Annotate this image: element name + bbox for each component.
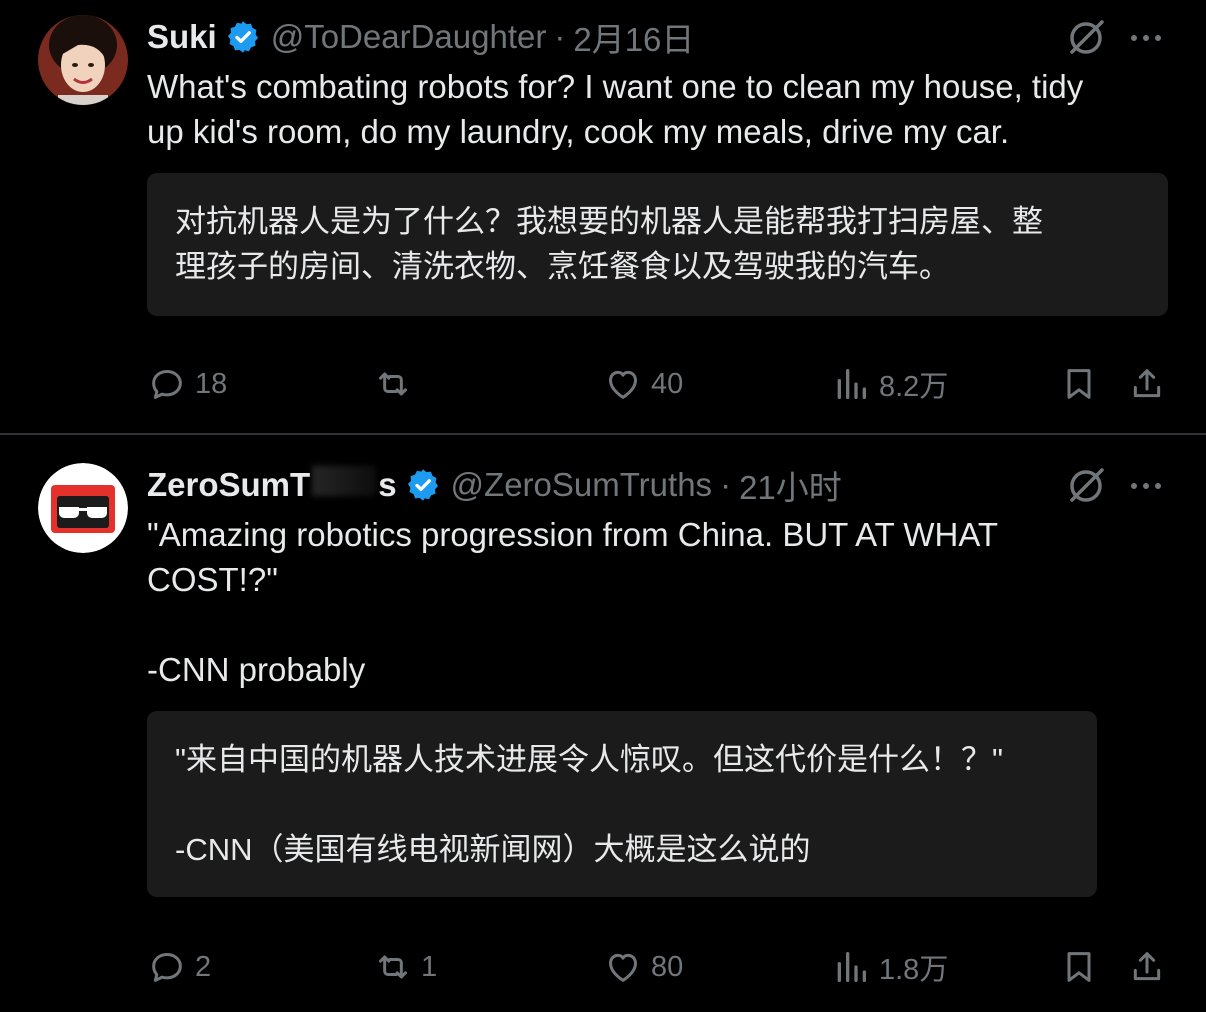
like-button[interactable]: 80 [603,945,683,989]
bookmark-button[interactable] [1059,362,1099,406]
user-handle[interactable]: @ToDearDaughter [271,18,547,56]
tweet-card[interactable]: Suki @ToDearDaughter · 2月16日 What's comb… [0,0,1206,434]
share-icon [1133,952,1161,981]
display-name-end: s [378,466,397,503]
views-button[interactable]: 1.8万 [831,945,948,989]
separator-dot: · [720,466,732,503]
like-count: 40 [651,367,684,400]
reply-count: 2 [195,950,212,983]
like-icon [609,370,637,399]
separator-dot: · [554,18,566,55]
tweet-text: What's combating robots for? I want one … [147,68,1084,150]
tweet-divider [0,433,1206,435]
action-bar: 2 1 80 1.8万 [147,945,1167,989]
share-button[interactable] [1127,362,1167,406]
like-button[interactable]: 40 [603,362,683,406]
bookmark-icon [1067,369,1091,399]
action-bar: 18 40 8.2万 [147,362,1167,406]
translation-box: 对抗机器人是为了什么？我想要的机器人是能帮我打扫房屋、整 理孩子的房间、清洗衣物… [147,173,1168,316]
reply-icon [152,370,182,399]
view-count: 8.2万 [879,371,949,403]
timestamp[interactable]: 21小时 [739,461,842,509]
verified-badge-icon [227,21,258,53]
verified-badge-icon [407,469,438,501]
translation-box: "来自中国的机器人技术进展令人惊叹。但这代价是什么！？" -CNN（美国有线电视… [147,711,1097,897]
repost-button[interactable]: 1 [373,945,437,989]
user-handle[interactable]: @ZeroSumTruths [451,466,713,504]
tweet-header: Suki @ToDearDaughter · 2月16日 [147,15,694,59]
display-name[interactable]: ZeroSumT s [147,466,397,504]
more-icon[interactable] [1126,466,1166,506]
reply-count: 18 [195,367,228,400]
tweet-header: ZeroSumT s @ZeroSumTruths · 21小时 [147,463,842,507]
display-name[interactable]: Suki [147,18,217,56]
blurred-region [312,466,377,496]
share-button[interactable] [1127,945,1167,989]
timeline-feed: Suki @ToDearDaughter · 2月16日 What's comb… [0,0,1206,1012]
views-icon [837,369,866,399]
tweet-card[interactable]: ZeroSumT s @ZeroSumTruths · 21小时 "Amazing… [0,436,1206,1012]
share-icon [1133,369,1161,398]
reply-button[interactable]: 2 [147,945,211,989]
repost-count: 1 [421,950,438,983]
grok-icon[interactable] [1066,466,1106,506]
views-icon [837,952,866,982]
repost-button[interactable] [373,362,421,406]
views-button[interactable]: 8.2万 [831,362,948,406]
timestamp[interactable]: 2月16日 [573,13,694,61]
avatar[interactable] [38,15,128,105]
avatar[interactable] [38,463,128,553]
like-icon [609,953,637,982]
reply-button[interactable]: 18 [147,362,227,406]
repost-icon [379,955,407,979]
view-count: 1.8万 [879,954,949,986]
reply-icon [152,953,182,982]
bookmark-button[interactable] [1059,945,1099,989]
display-name-start: ZeroSumT [147,466,311,503]
grok-icon[interactable] [1066,18,1106,58]
more-icon[interactable] [1126,18,1166,58]
bookmark-icon [1067,952,1091,982]
repost-icon [379,372,407,396]
tweet-text: "Amazing robotics progression from China… [147,516,999,688]
like-count: 80 [651,950,684,983]
